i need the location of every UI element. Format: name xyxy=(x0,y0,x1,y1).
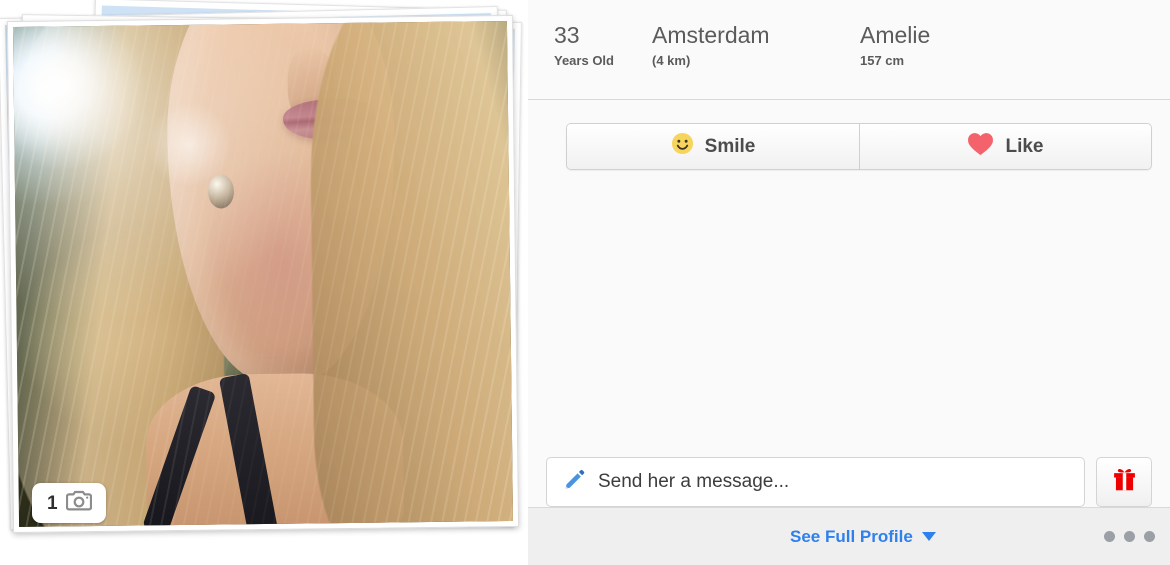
info-pane: 33 Years Old Amsterdam (4 km) Amelie 157… xyxy=(528,0,1170,565)
like-label: Like xyxy=(1005,135,1044,157)
message-placeholder: Send her a message... xyxy=(598,471,790,492)
actions-wrap: Smile Like xyxy=(528,100,1170,170)
profile-photo-image xyxy=(12,21,514,527)
action-button-group: Smile Like xyxy=(566,123,1152,170)
dot-2[interactable] xyxy=(1124,531,1135,542)
gift-icon xyxy=(1112,467,1137,497)
heart-icon xyxy=(967,132,994,162)
smiley-face-icon xyxy=(671,132,694,161)
photo-count-badge[interactable]: 1 xyxy=(32,483,106,523)
more-options-dots-icon[interactable] xyxy=(1104,531,1155,542)
profile-card: 1 33 Years Old Amsterdam (4 km) Amelie 1… xyxy=(0,0,1170,565)
photo-pane: 1 xyxy=(0,0,528,565)
stat-location: Amsterdam (4 km) xyxy=(652,22,860,99)
dot-3[interactable] xyxy=(1144,531,1155,542)
camera-icon xyxy=(65,490,92,516)
like-button[interactable]: Like xyxy=(859,124,1151,169)
photo-count-value: 1 xyxy=(47,492,58,514)
smile-label: Smile xyxy=(704,135,756,157)
location-value: Amsterdam xyxy=(652,22,770,48)
stat-age: 33 Years Old xyxy=(554,22,652,99)
location-distance: (4 km) xyxy=(652,53,691,68)
dot-1[interactable] xyxy=(1104,531,1115,542)
name-value: Amelie xyxy=(860,22,931,48)
footer-bar: See Full Profile xyxy=(528,507,1170,565)
age-value: 33 xyxy=(554,22,580,48)
smile-button[interactable]: Smile xyxy=(567,124,859,169)
send-gift-button[interactable] xyxy=(1096,457,1152,507)
profile-photo[interactable] xyxy=(6,14,520,534)
stat-name: Amelie 157 cm xyxy=(860,22,1060,99)
height-value: 157 cm xyxy=(860,53,905,68)
conversation-area xyxy=(528,170,1170,457)
message-input[interactable]: Send her a message... xyxy=(546,457,1085,507)
age-label: Years Old xyxy=(554,53,614,68)
see-full-profile-button[interactable]: See Full Profile xyxy=(790,527,936,547)
message-row: Send her a message... xyxy=(528,457,1170,507)
see-full-profile-label: See Full Profile xyxy=(790,526,913,546)
profile-stats: 33 Years Old Amsterdam (4 km) Amelie 157… xyxy=(528,0,1170,100)
pencil-icon xyxy=(563,468,586,496)
chevron-down-icon xyxy=(921,532,936,541)
photo-light-bloom xyxy=(12,21,514,527)
